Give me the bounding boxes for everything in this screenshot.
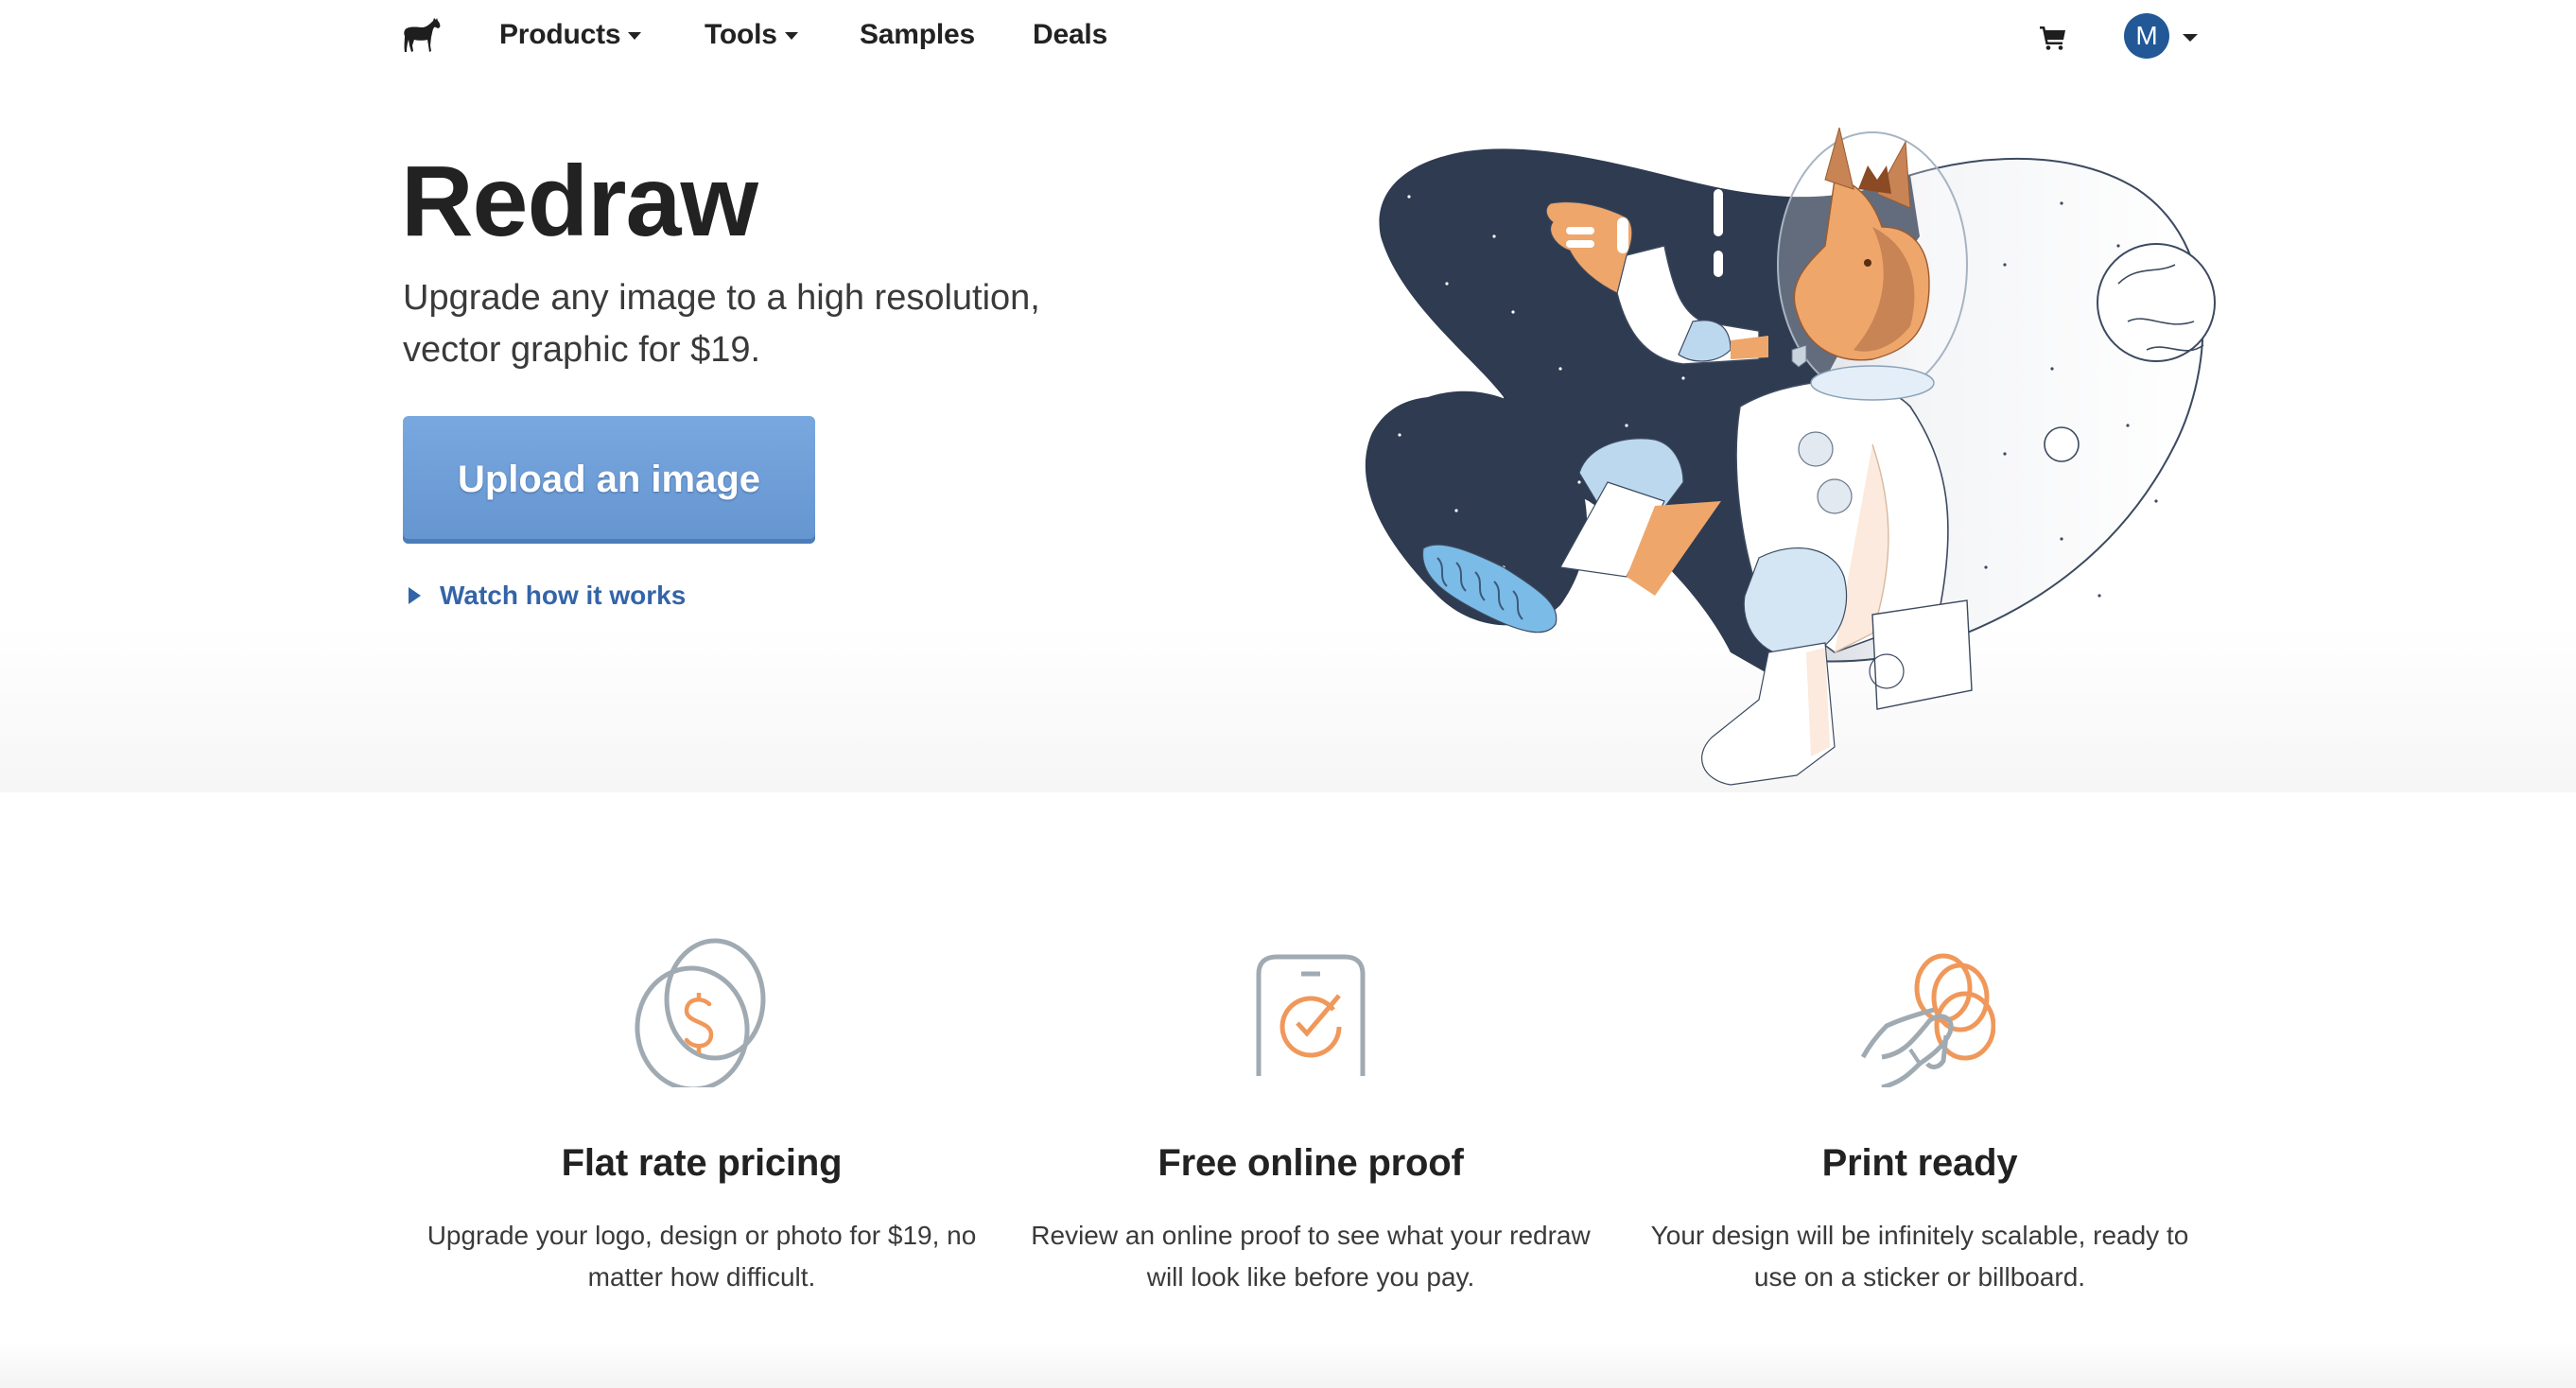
section-divider-fade [0,1343,2576,1388]
feature-description: Review an online proof to see what your … [1031,1221,1591,1292]
feature-description: Your design will be infinitely scalable,… [1650,1221,2189,1292]
feature-title: Flat rate pricing [561,1142,843,1184]
play-icon [409,587,421,604]
nav-tools-label: Tools [705,19,777,50]
nav-deals-label: Deals [1033,19,1108,50]
feature-online-proof: Free online proof Review an online proof… [1018,936,1604,1298]
horse-logo-icon[interactable] [401,17,443,55]
user-avatar[interactable]: M [2124,13,2169,59]
chevron-down-icon [784,32,798,40]
watch-link-label: Watch how it works [440,581,687,610]
nav-products-label: Products [499,19,621,50]
hand-stickers-icon [1860,953,1995,1087]
account-menu-chevron-icon[interactable] [2183,34,2198,42]
feature-print-ready: Print ready Your design will be infinite… [1627,936,2213,1298]
feature-description: Upgrade your logo, design or photo for $… [426,1221,977,1292]
feature-title: Free online proof [1157,1142,1464,1184]
feature-flat-rate: Flat rate pricing Upgrade your logo, des… [409,936,995,1298]
hero-subtitle: Upgrade any image to a high resolution, … [403,278,1040,370]
nav-tools[interactable]: Tools [705,19,798,51]
feature-title: Print ready [1821,1142,2018,1184]
coins-dollar-icon [635,938,766,1087]
phone-checkmark-icon [1256,954,1366,1076]
astronaut-horse-illustration [1365,127,2216,786]
watch-how-it-works-link[interactable]: Watch how it works [409,581,686,611]
chevron-down-icon [628,32,642,40]
page-title: Redraw [401,146,758,257]
nav-samples-label: Samples [860,19,975,50]
top-navigation: Products Tools Samples Deals M [0,0,2576,76]
nav-samples[interactable]: Samples [860,19,975,51]
nav-deals[interactable]: Deals [1033,19,1107,51]
shopping-cart-icon[interactable] [2039,25,2067,51]
nav-products[interactable]: Products [499,19,642,51]
planet [2097,243,2216,362]
upload-image-button[interactable]: Upload an image [403,416,815,544]
avatar-initial: M [2135,21,2158,50]
small-moon [2044,426,2080,462]
